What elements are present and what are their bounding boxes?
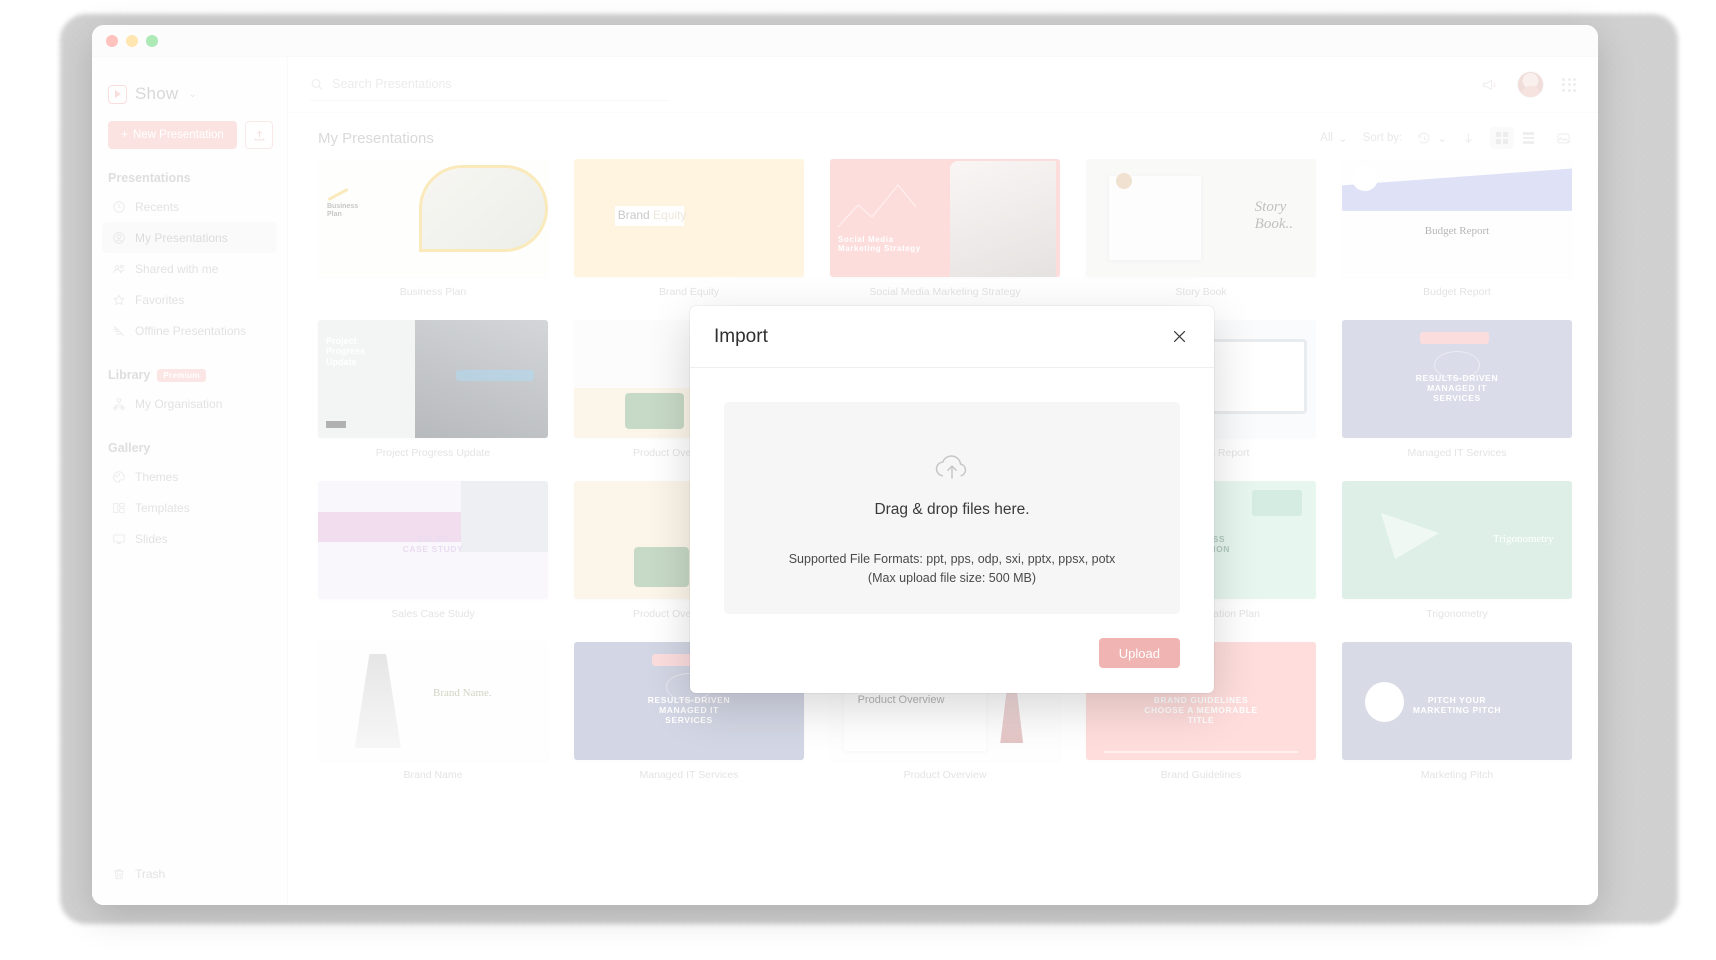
modal-footer: Upload xyxy=(690,614,1214,692)
modal-header: Import xyxy=(690,306,1214,368)
cloud-upload-icon xyxy=(930,450,974,484)
close-icon[interactable] xyxy=(1166,324,1192,350)
dropzone-title: Drag & drop files here. xyxy=(874,501,1029,519)
desktop-background: Show ⌄ + New Presentation xyxy=(0,0,1716,960)
import-modal: Import Drag & drop files here. Supported… xyxy=(690,306,1214,693)
dropzone-formats: Supported File Formats: ppt, pps, odp, s… xyxy=(789,550,1116,589)
app-window: Show ⌄ + New Presentation xyxy=(92,25,1598,905)
supported-formats-line: Supported File Formats: ppt, pps, odp, s… xyxy=(789,550,1116,569)
modal-title: Import xyxy=(714,326,768,348)
upload-button[interactable]: Upload xyxy=(1099,638,1180,668)
max-size-line: (Max upload file size: 500 MB) xyxy=(789,569,1116,588)
dropzone[interactable]: Drag & drop files here. Supported File F… xyxy=(724,402,1180,614)
